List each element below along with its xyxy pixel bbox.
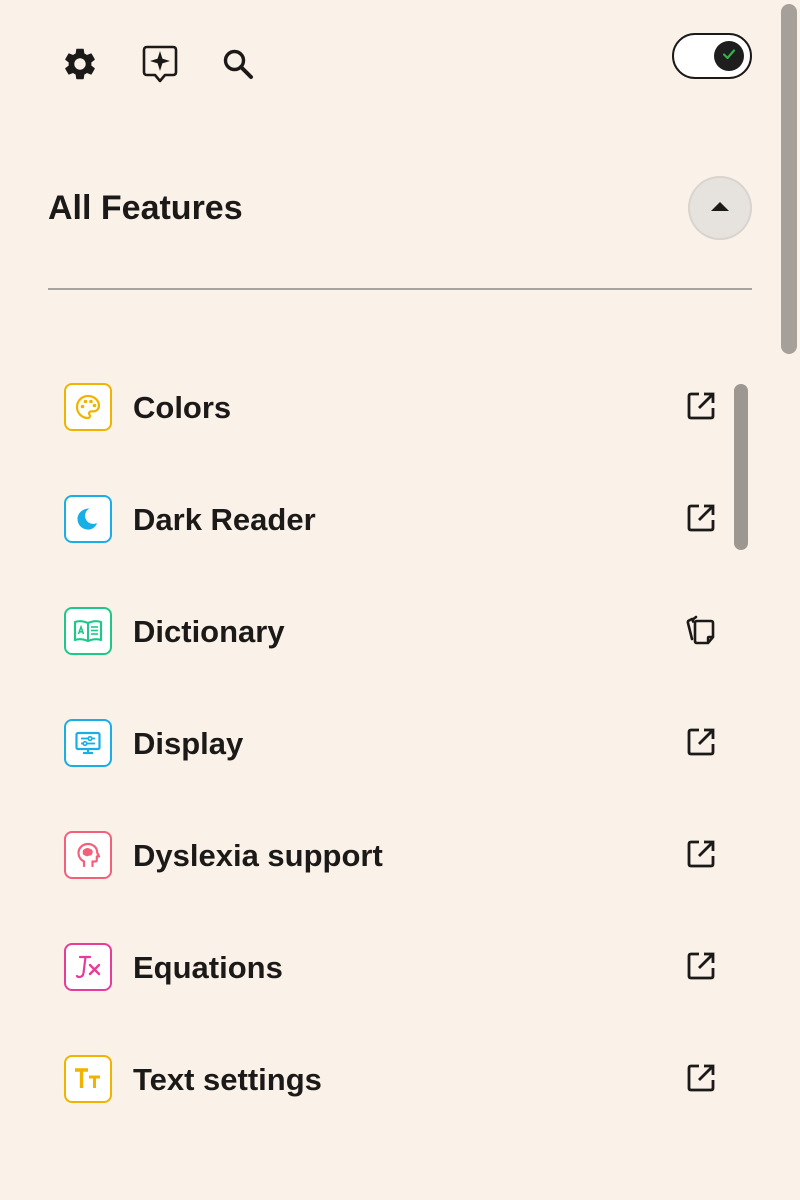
search-button[interactable] [214, 40, 262, 88]
feature-item-dictionary[interactable]: Dictionary [48, 578, 728, 690]
page-title: All Features [48, 189, 243, 227]
feature-item-equations[interactable]: Equations [48, 914, 728, 1026]
feature-label: Dark Reader [133, 502, 316, 537]
section-header: All Features [48, 176, 752, 240]
open-external-button[interactable] [684, 1063, 718, 1097]
open-external-icon [685, 838, 717, 875]
search-icon [221, 47, 255, 81]
enable-toggle[interactable] [672, 33, 752, 79]
settings-button[interactable] [56, 40, 104, 88]
feature-label: Colors [133, 390, 232, 425]
text-size-icon [64, 1055, 112, 1103]
feature-label: Dictionary [133, 614, 285, 649]
assistant-sparkle-icon [142, 44, 178, 84]
feature-item-colors[interactable]: Colors [48, 354, 728, 466]
palette-icon [64, 383, 112, 431]
open-external-icon [685, 1062, 717, 1099]
open-external-button[interactable] [684, 727, 718, 761]
feature-list-scrollbar[interactable] [734, 384, 748, 550]
open-external-icon [685, 390, 717, 427]
assistant-button[interactable] [136, 40, 184, 88]
divider [48, 288, 752, 290]
display-monitor-icon [64, 719, 112, 767]
open-external-icon [685, 502, 717, 539]
feature-label: Text settings [133, 1062, 322, 1097]
dictionary-book-icon [64, 607, 112, 655]
toolbar [0, 0, 780, 128]
equation-icon [64, 943, 112, 991]
open-external-button[interactable] [684, 391, 718, 425]
feature-item-dark-reader[interactable]: Dark Reader [48, 466, 728, 578]
feature-list: Colors Dark Reader Dictionary Display Dy… [48, 354, 752, 1144]
open-external-button[interactable] [684, 951, 718, 985]
moon-icon [64, 495, 112, 543]
feature-label: Display [133, 726, 244, 761]
feature-label: Dyslexia support [133, 838, 383, 873]
collapse-button[interactable] [688, 176, 752, 240]
checkmark-icon [721, 46, 737, 67]
open-external-icon [685, 726, 717, 763]
open-external-icon [685, 950, 717, 987]
copy-button[interactable] [684, 615, 718, 649]
copy-icon [684, 613, 718, 652]
caret-up-icon [710, 199, 730, 217]
gear-icon [61, 45, 99, 83]
feature-label: Equations [133, 950, 283, 985]
feature-item-dyslexia-support[interactable]: Dyslexia support [48, 802, 728, 914]
toggle-knob [714, 41, 744, 71]
feature-item-text-settings[interactable]: Text settings [48, 1026, 728, 1138]
open-external-button[interactable] [684, 503, 718, 537]
open-external-button[interactable] [684, 839, 718, 873]
brain-head-icon [64, 831, 112, 879]
page-scrollbar[interactable] [781, 4, 797, 354]
feature-item-display[interactable]: Display [48, 690, 728, 802]
